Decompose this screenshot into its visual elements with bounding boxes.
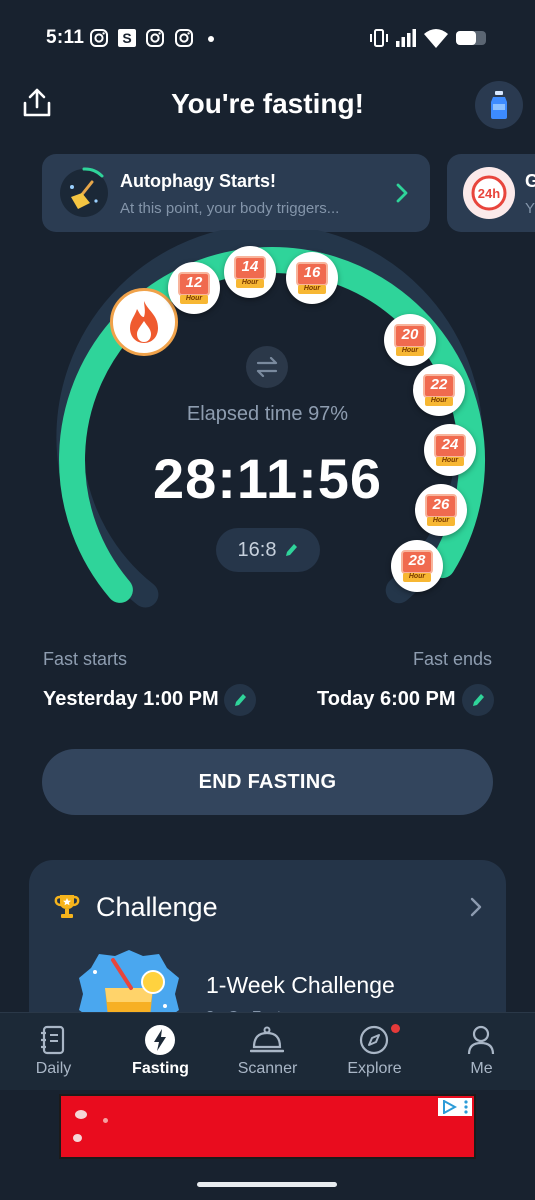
instagram-icon xyxy=(146,29,164,47)
challenge-item-title: 1-Week Challenge xyxy=(206,972,395,998)
fast-starts-label: Fast starts xyxy=(43,649,128,669)
stage-title: G xyxy=(525,171,535,191)
s-app-icon: S xyxy=(118,29,136,47)
kebab-menu-icon xyxy=(464,1100,468,1114)
lightning-icon xyxy=(143,1023,177,1057)
nav-label: Fasting xyxy=(132,1060,189,1077)
milestone-hours: 22 xyxy=(430,376,448,393)
explore-notification-dot xyxy=(391,1024,400,1033)
nav-fasting[interactable]: Fasting xyxy=(107,1013,214,1091)
nav-label: Me xyxy=(470,1060,493,1077)
milestone-unit: Hour xyxy=(241,279,259,286)
status-time: 5:11 xyxy=(46,27,85,48)
milestone-unit: Hour xyxy=(185,295,203,302)
milestone-hours: 14 xyxy=(241,258,259,275)
svg-text:24h: 24h xyxy=(478,186,500,201)
trophy-icon xyxy=(54,895,80,918)
edit-end-button[interactable] xyxy=(462,684,494,716)
end-fasting-button[interactable]: END FASTING xyxy=(42,749,493,815)
ad-dot xyxy=(73,1134,82,1142)
milestone-hours: 12 xyxy=(185,274,203,291)
signal-icon xyxy=(396,29,416,47)
milestone-hours: 16 xyxy=(303,264,321,281)
vibrate-icon xyxy=(370,29,388,47)
ad-dot xyxy=(103,1118,108,1123)
fast-ends-label: Fast ends xyxy=(412,649,492,669)
water-bottle-icon xyxy=(491,91,507,119)
chevron-right-icon xyxy=(396,183,408,203)
ad-choices-icon xyxy=(443,1100,457,1114)
stage-subtitle: Y xyxy=(525,200,535,217)
nav-explore[interactable]: Explore xyxy=(321,1013,428,1091)
page-title: You're fasting! xyxy=(171,88,364,119)
swap-icon xyxy=(256,357,278,377)
pencil-icon xyxy=(286,544,298,556)
fast-end-time: Today 6:00 PM xyxy=(317,688,456,710)
notebook-icon xyxy=(36,1023,70,1057)
milestone-unit: Hour xyxy=(303,285,321,292)
compass-icon xyxy=(357,1023,391,1057)
wifi-icon xyxy=(424,29,448,48)
nav-label: Daily xyxy=(35,1060,72,1077)
plan-label: 16:8 xyxy=(237,538,277,561)
stage-title: Autophagy Starts! xyxy=(120,171,277,191)
milestone-hours: 20 xyxy=(401,326,419,343)
nav-scanner[interactable]: Scanner xyxy=(214,1013,321,1091)
nav-daily[interactable]: Daily xyxy=(0,1013,107,1091)
food-cloche-icon xyxy=(250,1023,284,1057)
broom-icon xyxy=(60,167,108,217)
fast-start-time: Yesterday 1:00 PM xyxy=(43,688,219,710)
chevron-right-icon xyxy=(470,897,482,917)
battery-icon xyxy=(456,31,486,45)
stage-card-next[interactable]: 24h G Y xyxy=(447,154,535,232)
challenge-title: Challenge xyxy=(96,892,218,922)
nav-label: Scanner xyxy=(237,1060,298,1077)
fire-icon xyxy=(130,301,158,343)
notification-dot xyxy=(208,36,214,42)
milestone-unit: Hour xyxy=(408,573,426,580)
nav-me[interactable]: Me xyxy=(428,1013,535,1091)
milestone-badge[interactable]: 20 Hour xyxy=(384,314,436,366)
milestone-badge[interactable]: 16 Hour xyxy=(286,252,338,304)
pencil-icon xyxy=(235,694,246,706)
stage-subtitle: At this point, your body triggers... xyxy=(120,200,340,217)
fasting-screen: 5:11 S You're fasting! Autophagy Starts!… xyxy=(0,0,535,1200)
svg-text:S: S xyxy=(122,30,131,46)
plan-selector[interactable]: 16:8 xyxy=(216,528,320,572)
instagram-icon xyxy=(175,29,193,47)
status-bar: 5:11 S xyxy=(0,0,535,76)
pencil-icon xyxy=(473,694,484,706)
milestone-unit: Hour xyxy=(432,517,450,524)
swap-button[interactable] xyxy=(246,346,288,388)
bottom-nav: Daily Fasting Scanner Explore Me xyxy=(0,1012,535,1090)
nav-label: Explore xyxy=(347,1060,402,1077)
ad-dot xyxy=(75,1110,87,1119)
home-indicator[interactable] xyxy=(197,1182,337,1187)
edit-start-button[interactable] xyxy=(224,684,256,716)
water-button[interactable] xyxy=(475,81,523,129)
milestone-badge[interactable]: 12 Hour xyxy=(168,262,220,314)
elapsed-timer: 28:11:56 xyxy=(152,447,383,510)
ad-choices-button[interactable] xyxy=(438,1098,472,1116)
milestone-hours: 28 xyxy=(408,552,426,569)
24h-icon: 24h xyxy=(463,167,515,219)
milestone-badge[interactable]: 28 Hour xyxy=(391,540,443,592)
milestone-unit: Hour xyxy=(401,347,419,354)
elapsed-time-label: Elapsed time 97% xyxy=(186,403,349,425)
ad-banner[interactable] xyxy=(59,1094,476,1159)
milestone-badge[interactable]: 14 Hour xyxy=(224,246,276,298)
person-icon xyxy=(464,1023,498,1057)
instagram-icon xyxy=(90,29,108,47)
stage-card-autophagy[interactable]: Autophagy Starts! At this point, your bo… xyxy=(42,154,430,232)
ad-area xyxy=(0,1090,535,1200)
